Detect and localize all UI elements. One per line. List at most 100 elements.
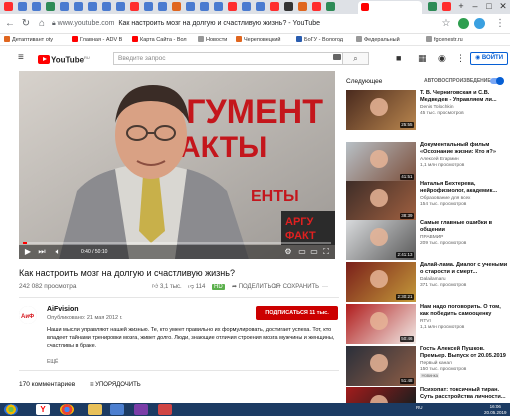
tab-favicon[interactable]	[102, 2, 111, 11]
reload-icon[interactable]: ↻	[20, 18, 32, 30]
system-clock[interactable]: 16:06 20.05.2019	[484, 404, 507, 415]
recommended-video-card[interactable]: 41:51 Документальный фильм «Осознание жиз…	[346, 142, 508, 182]
bookmark-item[interactable]: Федеральный	[356, 34, 400, 45]
recommended-video-card[interactable]: 2:41:13 Самые главные ошибки в общении ПРА…	[346, 220, 508, 260]
tab-favicon[interactable]	[4, 2, 13, 11]
extension-shield-icon[interactable]	[458, 18, 469, 29]
app-taskbar-icon[interactable]	[158, 404, 172, 415]
close-button[interactable]: ✕	[496, 1, 510, 12]
chrome-taskbar-icon[interactable]	[60, 404, 74, 415]
url-field[interactable]: 🔒︎ www.youtube.com Как настроить мозг на…	[52, 17, 440, 31]
channel-name[interactable]: AiFvision	[47, 305, 79, 314]
video-thumbnail[interactable]: 51:48	[346, 346, 416, 386]
tab-favicon[interactable]	[200, 2, 209, 11]
tab-favicon[interactable]	[144, 2, 153, 11]
next-icon[interactable]: ⏭	[37, 247, 47, 257]
tab-favicon[interactable]	[312, 2, 321, 11]
system-tray-language[interactable]: RU	[416, 405, 423, 410]
video-thumbnail[interactable]	[346, 387, 416, 403]
save-button[interactable]: ≡+ СОХРАНИТЬ	[274, 282, 319, 292]
fullscreen-icon[interactable]: ⛶	[321, 247, 331, 257]
recommended-video-title[interactable]: Т. В. Черниговская и С.В. Медведев - Упр…	[420, 90, 508, 104]
video-thumbnail[interactable]: 41:51	[346, 142, 416, 182]
tab-favicon[interactable]	[242, 2, 251, 11]
settings-dots-icon[interactable]: ⋮	[456, 53, 465, 63]
tab-favicon[interactable]	[428, 2, 437, 11]
dislike-button[interactable]: 👎︎ 114	[188, 282, 205, 292]
video-thumbnail[interactable]: 50:46	[346, 304, 416, 344]
app-taskbar-icon[interactable]	[110, 404, 124, 415]
signin-button[interactable]: ◉ ВОЙТИ	[470, 52, 508, 65]
youtube-logo[interactable]: YouTubeRU	[38, 52, 90, 65]
tab-favicon[interactable]	[158, 2, 167, 11]
tab-favicon[interactable]	[172, 2, 181, 11]
autoplay-toggle[interactable]	[490, 77, 504, 85]
video-thumbnail[interactable]: 25:55	[346, 90, 416, 130]
bookmark-item[interactable]: Карта Сайта - Вол	[132, 34, 187, 45]
show-more-button[interactable]: ЕЩЁ	[47, 358, 58, 366]
video-thumbnail[interactable]: 38:39	[346, 181, 416, 221]
recommended-video-title[interactable]: Документальный фильм «Осознание жизни: К…	[420, 142, 508, 156]
tab-favicon[interactable]	[88, 2, 97, 11]
app-taskbar-icon[interactable]	[134, 404, 148, 415]
recommended-video-card[interactable]: 51:48 Гость Алексей Пушков. Премьер. Выпу…	[346, 346, 508, 386]
tab-favicon[interactable]	[284, 2, 293, 11]
tab-favicon[interactable]	[130, 2, 139, 11]
back-arrow-icon[interactable]: ←	[4, 18, 16, 30]
notifications-icon[interactable]: ◉	[438, 53, 446, 63]
recommended-video-title[interactable]: Психопат: токсичный тиран. Суть расстрой…	[420, 387, 508, 401]
theater-mode-icon[interactable]: ▭	[309, 247, 319, 257]
avatar[interactable]: АиФ	[19, 306, 37, 324]
tab-favicon[interactable]	[256, 2, 265, 11]
recommended-video-card[interactable]: Психопат: токсичный тиран. Суть расстрой…	[346, 387, 508, 403]
start-button-icon[interactable]	[4, 404, 18, 415]
recommended-video-card[interactable]: 38:39 Наталья Бехтерева, нейрофизиолог, а…	[346, 181, 508, 221]
share-button[interactable]: ➦ ПОДЕЛИТЬСЯ	[232, 282, 280, 292]
yandex-browser-icon[interactable]: Y	[36, 404, 50, 415]
new-tab-button[interactable]: +	[454, 1, 468, 12]
recommended-video-title[interactable]: Гость Алексей Пушков. Премьер. Выпуск от…	[420, 346, 508, 360]
video-thumbnail[interactable]: 2:30:21	[346, 262, 416, 302]
recommended-video-card[interactable]: 2:30:21 Далай-лама. Диалог с учеными о ст…	[346, 262, 508, 302]
create-video-icon[interactable]: ■	[396, 53, 401, 63]
bookmark-item[interactable]: БоГУ - Вологод	[296, 34, 343, 45]
sort-comments-button[interactable]: ≡ УПОРЯДОЧИТЬ	[90, 380, 141, 390]
bookmark-item[interactable]: fgcenestr.ru	[426, 34, 463, 45]
tab-active[interactable]	[358, 1, 422, 14]
bookmark-item[interactable]: Череповецкий	[236, 34, 281, 45]
hamburger-menu-icon[interactable]: ≡	[18, 52, 24, 64]
tab-favicon[interactable]	[60, 2, 69, 11]
recommended-video-title[interactable]: Нам надо поговорить. О том, как победить…	[420, 304, 508, 318]
extension-icon[interactable]	[474, 18, 485, 29]
recommended-video-title[interactable]: Далай-лама. Диалог с учеными о старости …	[420, 262, 508, 276]
like-button[interactable]: 👍︎ 3,1 тыс.	[152, 282, 182, 292]
recommended-video-title[interactable]: Наталья Бехтерева, нейрофизиолог, академ…	[420, 181, 508, 195]
tab-favicon[interactable]	[326, 2, 335, 11]
play-icon[interactable]: ▶	[23, 247, 33, 257]
subscribe-button[interactable]: ПОДПИСАТЬСЯ 11 тыс.	[256, 306, 338, 320]
tab-favicon[interactable]	[186, 2, 195, 11]
recommended-video-title[interactable]: Самые главные ошибки в общении	[420, 220, 508, 234]
bookmark-item[interactable]: Главная - ADV B	[72, 34, 122, 45]
settings-gear-icon[interactable]: ⚙	[283, 247, 293, 257]
tab-favicon[interactable]	[214, 2, 223, 11]
search-input[interactable]: Введите запрос	[113, 52, 343, 65]
tab-favicon[interactable]	[270, 2, 279, 11]
tab-favicon[interactable]	[442, 2, 451, 11]
keyboard-icon[interactable]	[333, 54, 341, 60]
bookmark-item[interactable]: Детаптивант oty	[4, 34, 53, 45]
search-button[interactable]: ⌕	[343, 52, 369, 65]
tab-favicon[interactable]	[18, 2, 27, 11]
recommended-video-card[interactable]: 25:55 Т. В. Черниговская и С.В. Медведев …	[346, 90, 508, 130]
more-actions-icon[interactable]: ···	[322, 282, 328, 292]
miniplayer-icon[interactable]: ▭	[297, 247, 307, 257]
bookmark-item[interactable]: Новости	[198, 34, 227, 45]
tab-favicon[interactable]	[116, 2, 125, 11]
volume-icon[interactable]: 🔈︎	[53, 247, 63, 257]
tab-favicon[interactable]	[298, 2, 307, 11]
tab-favicon[interactable]	[46, 2, 55, 11]
menu-dots-icon[interactable]: ⋮	[494, 18, 506, 30]
file-explorer-icon[interactable]	[88, 404, 102, 415]
bookmark-star-icon[interactable]: ☆	[440, 18, 452, 30]
tab-favicon[interactable]	[32, 2, 41, 11]
